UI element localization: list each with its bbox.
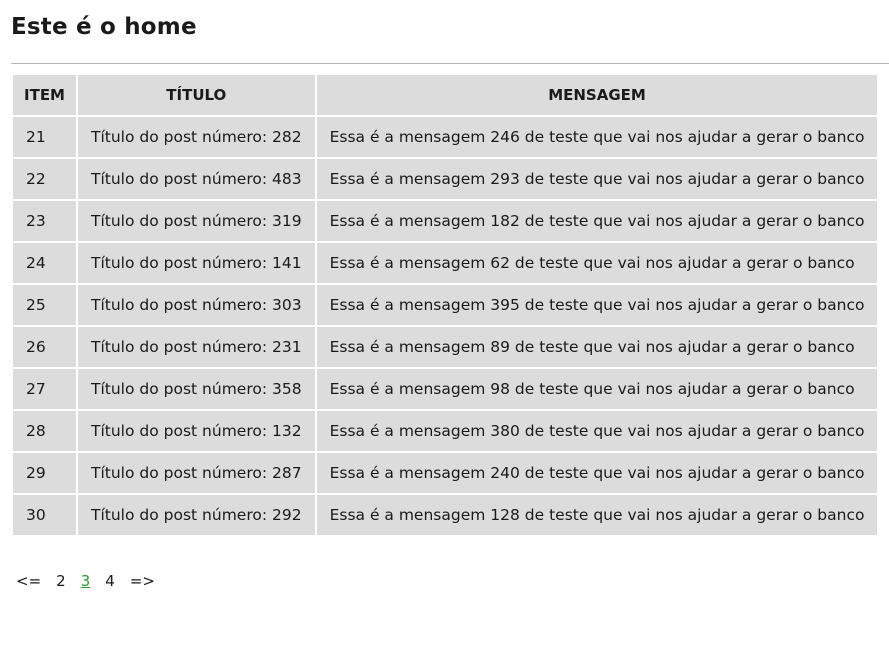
cell-titulo: Título do post número: 292 <box>78 495 315 535</box>
cell-item: 25 <box>13 285 76 325</box>
table-row: 22 Título do post número: 483 Essa é a men… <box>13 159 878 199</box>
cell-mensagem: Essa é a mensagem 380 de teste que vai n… <box>316 411 878 451</box>
cell-titulo: Título do post número: 303 <box>78 285 315 325</box>
cell-titulo: Título do post número: 319 <box>78 201 315 241</box>
table-row: 27 Título do post número: 358 Essa é a men… <box>13 369 878 409</box>
next-page-link[interactable]: => <box>130 572 155 590</box>
header-titulo: TÍTULO <box>78 75 315 115</box>
cell-item: 28 <box>13 411 76 451</box>
cell-mensagem: Essa é a mensagem 128 de teste que vai n… <box>316 495 878 535</box>
cell-item: 29 <box>13 453 76 493</box>
cell-mensagem: Essa é a mensagem 98 de teste que vai no… <box>316 369 878 409</box>
table-row: 30 Título do post número: 292 Essa é a men… <box>13 495 878 535</box>
cell-titulo: Título do post número: 287 <box>78 453 315 493</box>
posts-table: ITEM TÍTULO MENSAGEM 21 Título do post nú… <box>11 73 879 537</box>
cell-titulo: Título do post número: 231 <box>78 327 315 367</box>
table-row: 21 Título do post número: 282 Essa é a men… <box>13 117 878 157</box>
table-header-row: ITEM TÍTULO MENSAGEM <box>13 75 878 115</box>
cell-item: 24 <box>13 243 76 283</box>
table-row: 29 Título do post número: 287 Essa é a men… <box>13 453 878 493</box>
pagination: <= 2 3 4 => <box>16 572 170 590</box>
cell-item: 22 <box>13 159 76 199</box>
cell-titulo: Título do post número: 141 <box>78 243 315 283</box>
page-title: Este é o home <box>11 14 197 40</box>
cell-mensagem: Essa é a mensagem 182 de teste que vai n… <box>316 201 878 241</box>
cell-titulo: Título do post número: 282 <box>78 117 315 157</box>
header-item: ITEM <box>13 75 76 115</box>
table-row: 25 Título do post número: 303 Essa é a men… <box>13 285 878 325</box>
cell-item: 30 <box>13 495 76 535</box>
prev-page-link[interactable]: <= <box>16 572 41 590</box>
page-link-3-current[interactable]: 3 <box>81 572 91 590</box>
cell-mensagem: Essa é a mensagem 293 de teste que vai n… <box>316 159 878 199</box>
cell-mensagem: Essa é a mensagem 240 de teste que vai n… <box>316 453 878 493</box>
cell-mensagem: Essa é a mensagem 395 de teste que vai n… <box>316 285 878 325</box>
cell-mensagem: Essa é a mensagem 89 de teste que vai no… <box>316 327 878 367</box>
cell-mensagem: Essa é a mensagem 246 de teste que vai n… <box>316 117 878 157</box>
table-row: 24 Título do post número: 141 Essa é a men… <box>13 243 878 283</box>
title-divider <box>11 63 889 64</box>
table-row: 23 Título do post número: 319 Essa é a men… <box>13 201 878 241</box>
cell-titulo: Título do post número: 358 <box>78 369 315 409</box>
table-row: 26 Título do post número: 231 Essa é a men… <box>13 327 878 367</box>
cell-item: 26 <box>13 327 76 367</box>
page-link-2[interactable]: 2 <box>56 572 66 590</box>
table-row: 28 Título do post número: 132 Essa é a men… <box>13 411 878 451</box>
cell-item: 23 <box>13 201 76 241</box>
cell-item: 21 <box>13 117 76 157</box>
cell-titulo: Título do post número: 483 <box>78 159 315 199</box>
cell-titulo: Título do post número: 132 <box>78 411 315 451</box>
cell-item: 27 <box>13 369 76 409</box>
header-mensagem: MENSAGEM <box>316 75 878 115</box>
cell-mensagem: Essa é a mensagem 62 de teste que vai no… <box>316 243 878 283</box>
page-link-4[interactable]: 4 <box>105 572 115 590</box>
